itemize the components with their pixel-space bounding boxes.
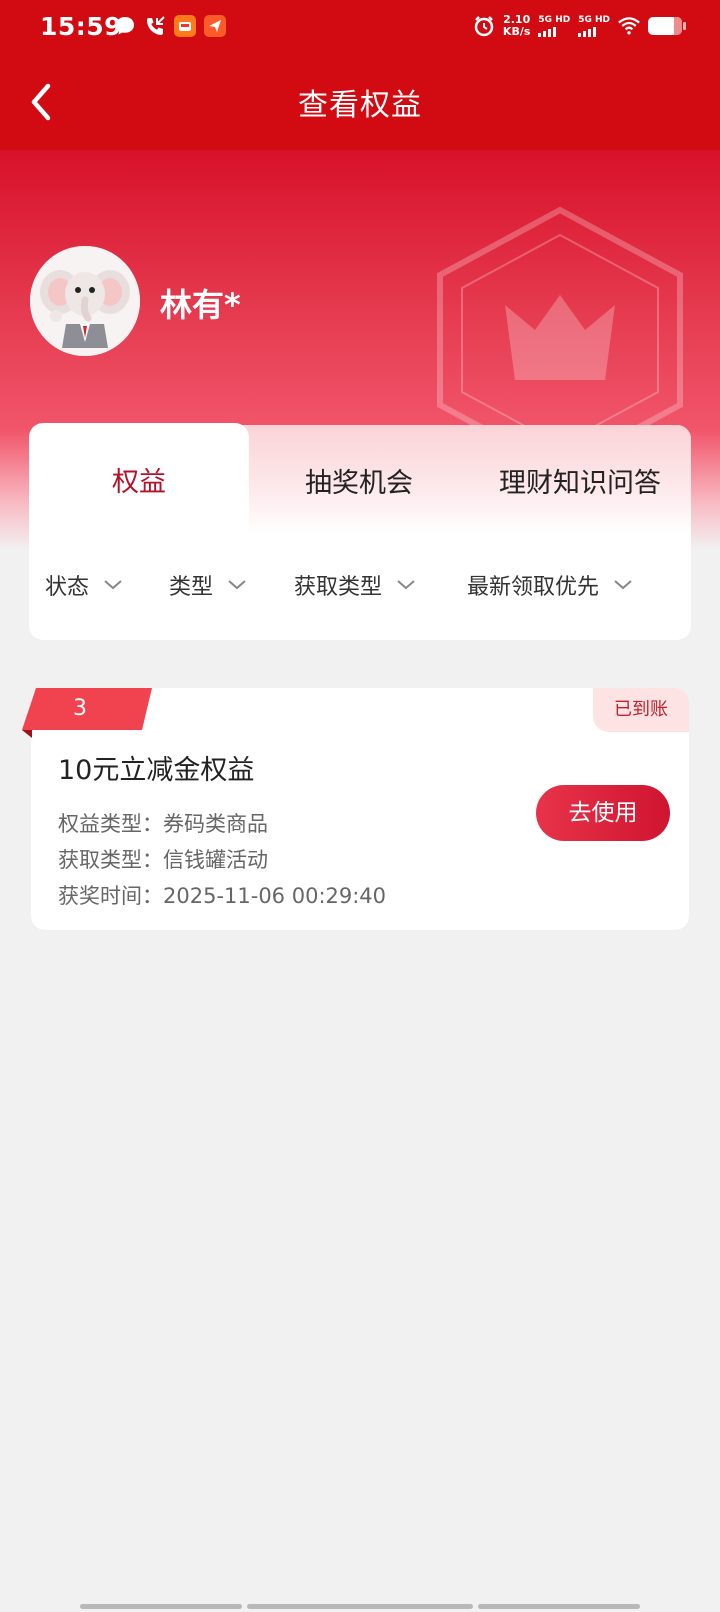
tab-rewards[interactable]: 权益 — [29, 423, 249, 535]
battery-icon — [648, 17, 686, 35]
tab-lottery-chances[interactable]: 抽奖机会 — [249, 425, 469, 535]
reward-source: 获取类型：信钱罐活动 — [58, 848, 268, 872]
rank-badge: 3 — [22, 688, 152, 738]
chevron-down-icon — [614, 580, 632, 590]
rank-number: 3 — [73, 696, 87, 721]
system-icons: 2.10 KB/s 5G HD 5G HD — [473, 14, 686, 38]
status-bar: 15:59 2.10 KB/s 5G HD 5G HD — [0, 0, 720, 56]
network-speed: 2.10 KB/s — [503, 14, 530, 38]
nav-bar: 查看权益 — [0, 56, 720, 150]
tab-finance-quiz[interactable]: 理财知识问答 — [469, 425, 691, 535]
avatar — [30, 246, 140, 356]
filter-sort-latest-label: 最新领取优先 — [467, 575, 600, 600]
signal-2-label: 5G HD — [578, 15, 610, 25]
filter-status[interactable]: 状态 — [45, 550, 123, 620]
gesture-bar-right — [478, 1604, 640, 1609]
tab-rewards-label: 权益 — [112, 466, 166, 498]
message-icon — [114, 15, 136, 37]
top-bar: 15:59 2.10 KB/s 5G HD 5G HD 查看权益 — [0, 0, 720, 150]
filter-row: 状态 类型 获取类型 最新领取优先 — [29, 550, 691, 620]
tab-lottery-chances-label: 抽奖机会 — [305, 467, 413, 499]
send-app-icon — [204, 15, 226, 37]
signal-1-label: 5G HD — [538, 15, 571, 25]
use-button[interactable]: 去使用 — [536, 785, 670, 841]
reward-time: 获奖时间：2025-11-06 00:29:40 — [58, 884, 387, 908]
signal-2: 5G HD — [578, 15, 610, 37]
page-title: 查看权益 — [298, 88, 422, 123]
tab-finance-quiz-label: 理财知识问答 — [499, 467, 661, 499]
gesture-bar-center — [247, 1604, 473, 1609]
chevron-down-icon — [104, 580, 122, 590]
rewards-tab-card: 权益 抽奖机会 理财知识问答 状态 类型 获取类型 最新领取优先 — [29, 423, 691, 640]
signal-bars-icon — [578, 27, 610, 37]
reward-title: 10元立减金权益 — [58, 755, 255, 786]
user-name: 林有* — [160, 286, 241, 324]
filter-status-label: 状态 — [45, 575, 90, 600]
wifi-icon — [618, 15, 640, 37]
filter-acquire-type-label: 获取类型 — [294, 575, 383, 600]
signal-1: 5G HD — [538, 15, 570, 37]
gesture-bar-left — [80, 1604, 242, 1609]
filter-acquire-type[interactable]: 获取类型 — [294, 550, 416, 620]
status-time: 15:59 — [40, 12, 123, 41]
filter-type-label: 类型 — [169, 575, 214, 600]
signal-bars-icon — [538, 27, 570, 37]
chevron-down-icon — [228, 580, 246, 590]
tab-bar: 权益 抽奖机会 理财知识问答 — [29, 423, 691, 535]
app-root: 15:59 2.10 KB/s 5G HD 5G HD 查看权益 林有* 权益 … — [0, 0, 720, 1612]
notification-icons — [114, 15, 226, 37]
reward-type: 权益类型：券码类商品 — [58, 812, 268, 836]
elephant-mascot-icon — [30, 246, 140, 356]
alarm-icon — [473, 15, 495, 37]
filter-type[interactable]: 类型 — [169, 550, 247, 620]
filter-sort-latest[interactable]: 最新领取优先 — [467, 550, 633, 620]
network-speed-unit: KB/s — [502, 25, 531, 38]
missed-call-icon — [144, 15, 166, 37]
shopping-app-icon — [174, 15, 196, 37]
chevron-down-icon — [397, 580, 415, 590]
status-badge: 已到账 — [593, 688, 689, 732]
